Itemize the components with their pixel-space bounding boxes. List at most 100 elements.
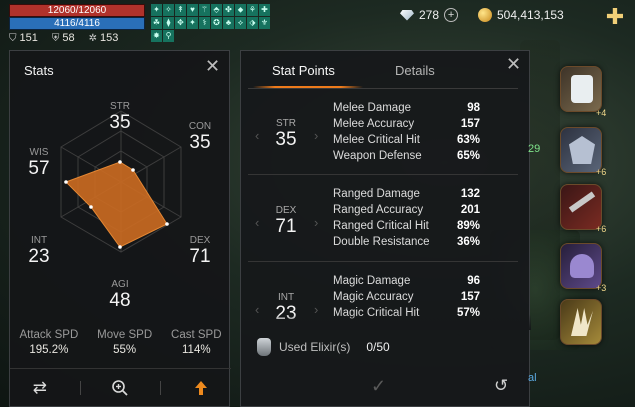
buff-icon[interactable]: ☘ [151, 17, 162, 29]
active-tab-underline [253, 86, 363, 88]
decrease-arrow-icon[interactable]: ‹ [255, 215, 259, 230]
swap-icon[interactable]: ⇄ [20, 373, 60, 403]
tab-details[interactable]: Details [395, 63, 435, 78]
buff-icon[interactable]: ♥ [187, 4, 198, 16]
wis-value: 57 [28, 158, 50, 179]
defense-stat: ⛉ 151 [9, 32, 38, 44]
equipment-enhance-level: +3 [596, 283, 607, 293]
str-value: 35 [109, 112, 131, 133]
buff-icon[interactable]: ♣ [223, 17, 234, 29]
int-label: INT [30, 235, 48, 246]
increase-arrow-icon[interactable]: › [314, 215, 318, 230]
buff-icon[interactable]: ✪ [211, 17, 222, 29]
group-divider [248, 261, 518, 262]
tab-stat-points[interactable]: Stat Points [272, 63, 335, 78]
mp-bar: 4116/4116 [9, 17, 145, 30]
zoom-in-icon[interactable] [100, 373, 140, 403]
row-value: 157 [460, 291, 480, 303]
elixir-label: Used Elixir(s) [279, 340, 351, 354]
row-value: 63% [456, 134, 480, 146]
row-value: 89% [456, 220, 480, 232]
close-icon[interactable]: ✕ [506, 55, 521, 73]
dex-value: 71 [189, 246, 211, 267]
mini-stats: ⛉ 151 ⛨ 58 ✲ 153 [9, 32, 118, 44]
increase-arrow-icon[interactable]: › [314, 128, 318, 143]
buff-icon[interactable]: ⚚ [199, 4, 210, 16]
buff-icon[interactable]: ✸ [151, 30, 162, 42]
gem-count: 278 [419, 8, 440, 22]
background-text: al [528, 372, 537, 384]
int-value: 23 [28, 246, 50, 267]
buff-icon[interactable]: ⚕ [199, 17, 210, 29]
row-value: 132 [460, 188, 480, 200]
equipment-slot-robe[interactable] [560, 66, 602, 112]
buff-icon[interactable]: ✤ [223, 4, 234, 16]
elixir-usage: Used Elixir(s) 0/50 [257, 338, 390, 356]
elixir-bottle-icon [257, 338, 271, 356]
speed-row: Attack SPD 195.2% Move SPD 55% Cast SPD 114… [10, 329, 231, 356]
claw-icon [571, 308, 593, 336]
hp-bar: 12060/12060 [9, 4, 145, 17]
buff-icon[interactable]: ⟡ [235, 17, 246, 29]
group-value: 71 [275, 216, 297, 237]
decrease-arrow-icon[interactable]: ‹ [255, 128, 259, 143]
reset-icon[interactable]: ↺ [494, 376, 508, 396]
str-label: STR [110, 101, 130, 112]
gold-count: 504,413,153 [497, 8, 564, 22]
buff-icon[interactable]: ⧫ [163, 17, 174, 29]
cast-speed: Cast SPD 114% [171, 329, 222, 356]
buff-icon[interactable]: ✦ [151, 4, 162, 16]
helmet-icon [570, 254, 594, 278]
equipment-slot-claw[interactable] [560, 299, 602, 345]
con-value: 35 [189, 132, 211, 153]
background-text: 29 [528, 143, 541, 155]
buff-icon[interactable]: ✧ [163, 4, 174, 16]
scroll-fade [241, 314, 531, 330]
buff-icon[interactable]: ⚲ [163, 30, 174, 42]
diamond-icon [400, 9, 414, 21]
agi-value: 48 [109, 290, 131, 311]
stats-panel: Stats ✕ STR 35 CON 35 DEX 71 AGI 48 INT … [9, 50, 231, 407]
divider [79, 380, 81, 395]
stats-toolbar: ⇄ [10, 368, 231, 406]
robe-icon [571, 75, 593, 103]
buff-icon[interactable]: ⚘ [247, 4, 258, 16]
buff-icon[interactable]: ⬥ [235, 4, 246, 16]
attack-speed: Attack SPD 195.2% [19, 329, 79, 356]
crossbow-icon [568, 191, 596, 213]
elixir-count: 0/50 [366, 340, 390, 354]
equipment-enhance-level: +4 [596, 108, 607, 118]
level-up-arrow-icon[interactable] [181, 373, 221, 403]
buff-icon[interactable]: ✦ [187, 17, 198, 29]
confirm-check-icon[interactable]: ✓ [371, 376, 386, 397]
con-label: CON [188, 121, 212, 132]
buff-icon[interactable]: ✥ [175, 17, 186, 29]
power-stat: ✲ 153 [88, 32, 119, 44]
gem-currency: 278 + [400, 8, 459, 22]
equipment-enhance-level: +6 [596, 224, 607, 234]
agi-label: AGI [111, 279, 129, 290]
gear-icon: ✲ [88, 33, 97, 44]
shield-icon: ⛉ [9, 33, 17, 44]
gold-currency: 504,413,153 [478, 8, 564, 22]
buff-icon[interactable]: ⬗ [247, 17, 258, 29]
row-value: 65% [456, 150, 480, 162]
buff-icons: ✦ ✧ ↟ ♥ ⚚ ⬘ ✤ ⬥ ⚘ ✚ ☘ ⧫ ✥ ✦ ⚕ ✪ ♣ ⟡ ⬗ ⚜ ✸ ⚲ [151, 4, 279, 42]
stat-points-panel: Stat Points Details ✕ ‹ › STR 35 Melee D… [240, 50, 531, 407]
armor-icon [569, 136, 595, 164]
buff-icon[interactable]: ✚ [259, 4, 270, 16]
menu-cross-icon[interactable]: ✚ [604, 6, 626, 28]
gold-coin-icon [478, 8, 492, 22]
shield-plus-icon: ⛨ [51, 33, 60, 44]
close-icon[interactable]: ✕ [205, 57, 220, 75]
buff-icon[interactable]: ⬘ [211, 4, 222, 16]
row-value: 96 [467, 275, 480, 287]
buff-icon[interactable]: ⚜ [259, 17, 270, 29]
group-abbr: STR [276, 118, 296, 129]
group-abbr: DEX [275, 205, 297, 216]
add-gems-button[interactable]: + [444, 8, 459, 22]
buff-icon[interactable]: ↟ [175, 4, 186, 16]
group-abbr: INT [277, 292, 295, 303]
tab-divider [248, 88, 518, 89]
row-value: 157 [460, 118, 480, 130]
